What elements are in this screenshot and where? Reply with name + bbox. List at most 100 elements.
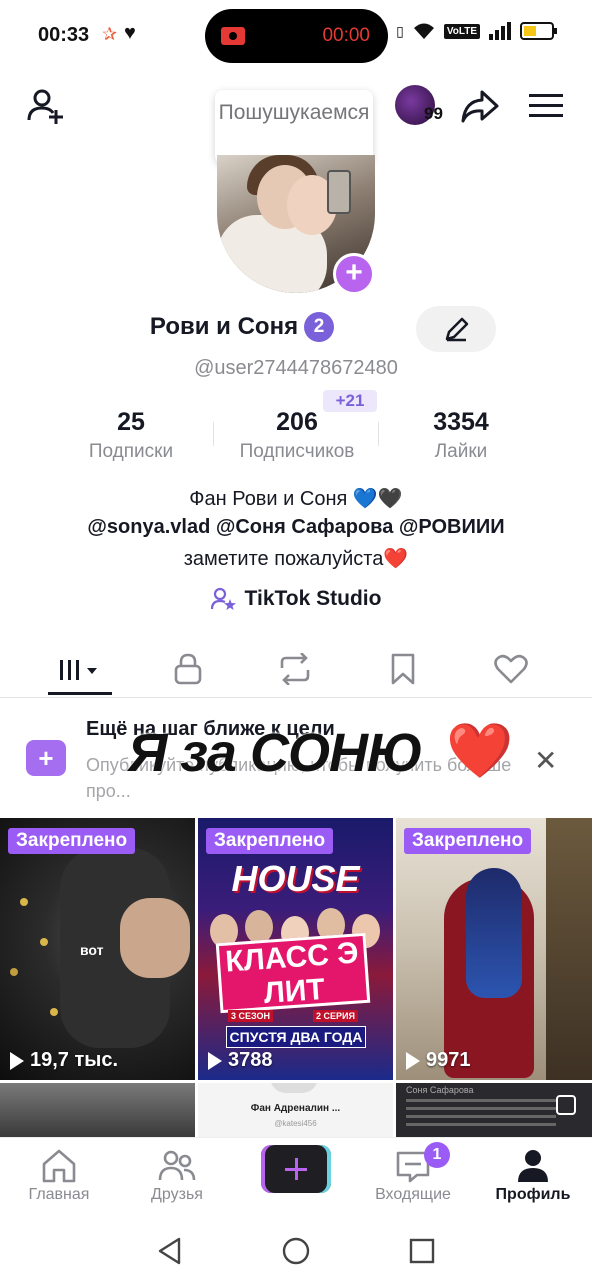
heart-icon: ♥ [124, 22, 136, 44]
stat-followers-label: Подписчиков [239, 441, 355, 462]
stat-divider [213, 422, 214, 446]
stat-likes-value: 3354 [433, 408, 489, 436]
nav-profile-label: Профиль [495, 1186, 571, 1203]
back-icon[interactable] [155, 1236, 185, 1266]
pinned-badge: Закреплено [404, 828, 532, 854]
edit-profile-button[interactable] [416, 306, 496, 352]
tab-favorites[interactable] [363, 640, 443, 698]
heart-outline-icon [494, 654, 528, 684]
stat-following-label: Подписки [88, 441, 174, 462]
close-icon[interactable]: ✕ [534, 744, 557, 777]
nav-inbox-label: Входящие [375, 1186, 451, 1203]
recents-icon[interactable] [407, 1236, 437, 1266]
vibrate-icon: ▯ [396, 22, 404, 39]
nav-home[interactable]: Главная [0, 1146, 118, 1204]
play-icon [406, 1051, 420, 1070]
studio-label: TikTok Studio [244, 587, 382, 610]
video-tile[interactable] [0, 1083, 195, 1137]
stat-followers-value: 206 [276, 408, 318, 436]
video-caption: вот [80, 942, 104, 958]
video-tile[interactable]: Соня Сафарова [396, 1083, 592, 1137]
name-badge[interactable]: 2 [304, 312, 335, 342]
menu-icon[interactable] [529, 92, 563, 120]
wifi-icon [413, 23, 434, 39]
tooltip-text: Пошушукаемся [218, 101, 370, 124]
system-nav [0, 1220, 592, 1280]
add-post-icon: + [26, 740, 66, 776]
profile-name: Рови и Соня [149, 313, 299, 340]
tab-private[interactable] [148, 640, 228, 698]
nav-profile[interactable]: Профиль [474, 1146, 592, 1204]
screen-record-pill[interactable]: 00:00 [205, 9, 388, 63]
tile-name: Фан Адреналин ... [250, 1103, 341, 1114]
multi-photo-icon [556, 1095, 576, 1115]
view-count: 3788 [208, 1049, 273, 1072]
grid-icon [60, 660, 97, 680]
nav-home-label: Главная [28, 1186, 90, 1203]
nav-friends[interactable]: Друзья [118, 1146, 236, 1204]
pinned-badge: Закреплено [8, 828, 136, 854]
tile-username: @katesi456 [274, 1119, 317, 1128]
share-icon[interactable] [460, 86, 500, 126]
stat-followers[interactable]: 206 Подписчиков [222, 408, 372, 463]
video-tile[interactable]: вот Закреплено 19,7 тыс. [0, 818, 195, 1080]
record-icon [221, 27, 245, 45]
bio-line-2[interactable]: @sonya.vlad @Соня Сафарова @РОВИИИ [0, 516, 592, 539]
signal-icon [489, 22, 511, 40]
friends-icon [158, 1150, 196, 1181]
profile-username: @user2744478672480 [194, 357, 398, 379]
star-icon: ✰ [102, 24, 118, 44]
pinned-badge: Закреплено [206, 828, 334, 854]
tab-liked[interactable] [471, 640, 551, 698]
profile-name-row: Рови и Соня 2 [0, 312, 592, 342]
content-tabs [0, 640, 592, 698]
nav-inbox[interactable]: Входящие [354, 1146, 472, 1204]
bio-line-1: Фан Рови и Соня 💙🖤 [189, 488, 403, 510]
friends-count: 99 [424, 104, 443, 123]
video-episode: 2 СЕРИЯ [313, 1010, 358, 1022]
status-bar: 00:33 ✰ ♥ 00:00 ▯ VoLTE [0, 0, 592, 70]
video-tile[interactable]: HOUSE КЛАСС ЭЛИТ 3 СЕЗОН 2 СЕРИЯ СПУСТЯ … [198, 818, 393, 1080]
nav-friends-label: Друзья [151, 1186, 203, 1203]
stat-likes[interactable]: 3354 Лайки [386, 408, 536, 463]
video-season: 3 СЕЗОН [228, 1010, 274, 1022]
record-time: 00:00 [322, 25, 370, 46]
chat-tooltip[interactable]: Пошушукаемся [215, 90, 373, 164]
lock-icon [174, 653, 202, 685]
active-tab-indicator [48, 692, 112, 695]
play-icon [208, 1051, 222, 1070]
stat-following-value: 25 [117, 408, 145, 436]
home-icon [42, 1149, 76, 1183]
stat-likes-label: Лайки [434, 441, 488, 462]
pencil-icon [445, 317, 469, 342]
stat-following[interactable]: 25 Подписки [56, 408, 206, 463]
view-count: 9971 [406, 1049, 471, 1072]
add-avatar-button[interactable]: + [333, 253, 375, 295]
inbox-badge: 1 [424, 1142, 450, 1168]
video-title: КЛАСС ЭЛИТ [215, 932, 371, 1014]
video-tile[interactable]: Фан Адреналин ... @katesi456 [198, 1083, 393, 1137]
video-tile[interactable]: Закреплено 9971 [396, 818, 592, 1080]
status-time: 00:33 [38, 24, 90, 46]
stat-divider [378, 422, 379, 446]
tab-videos[interactable] [40, 640, 120, 698]
profile-icon [518, 1150, 548, 1182]
repost-icon [280, 653, 310, 685]
tile-author: Соня Сафарова [406, 1085, 474, 1095]
overlay-caption: Я за СОНЮ [128, 723, 423, 783]
video-subtitle: СПУСТЯ ДВА ГОДА [226, 1026, 366, 1048]
volte-badge: VoLTE [443, 23, 480, 39]
create-button[interactable] [261, 1145, 331, 1193]
tab-reposts[interactable] [255, 640, 335, 698]
overlay-heart: ❤️ [446, 721, 514, 781]
add-friend-icon[interactable] [26, 86, 66, 126]
tiktok-studio-link[interactable]: TikTok Studio [0, 587, 592, 617]
status-icons: ▯ VoLTE [396, 22, 557, 40]
home-circle-icon[interactable] [281, 1236, 311, 1266]
video-house-text: HOUSE [231, 858, 360, 899]
bookmark-icon [391, 653, 415, 685]
battery-icon [520, 22, 557, 40]
view-count: 19,7 тыс. [10, 1049, 118, 1072]
bio-line-3: заметите пожалуйста❤️ [183, 548, 409, 570]
play-icon [10, 1051, 24, 1070]
